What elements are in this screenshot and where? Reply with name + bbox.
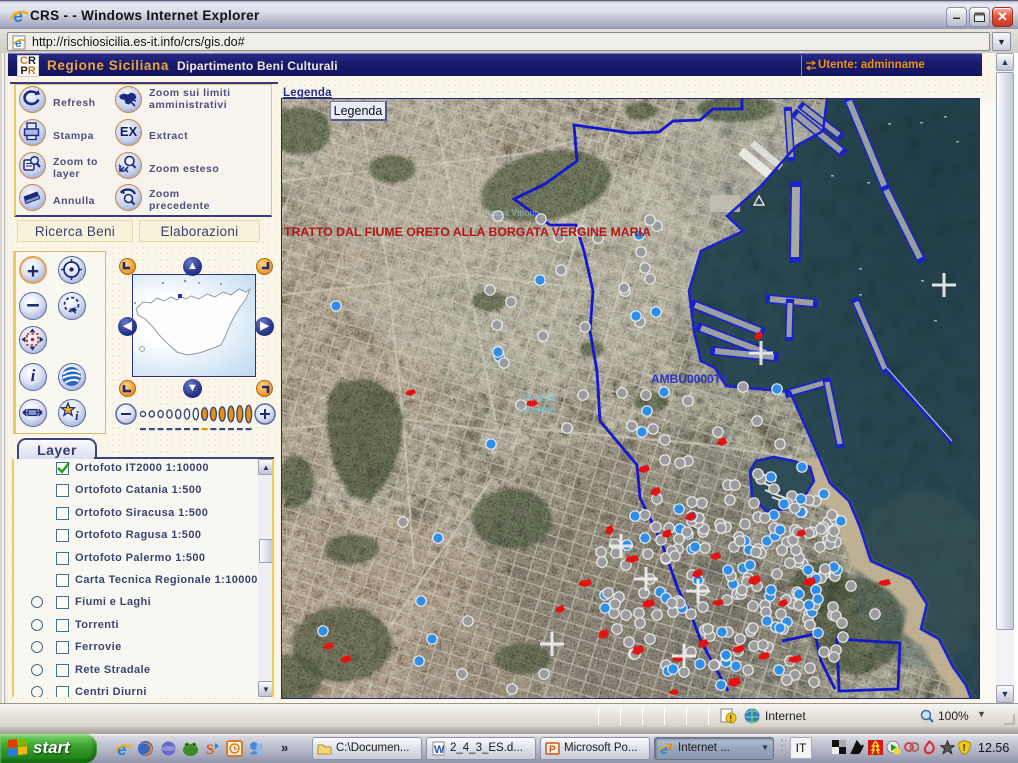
svg-text:i: i [75,408,79,423]
svg-text:Piazza Vittorio: Piazza Vittorio [482,208,539,218]
svg-text:AMBU0000TV: AMBU0000TV [651,372,729,386]
svg-text:Palazzo: Palazzo [520,393,556,404]
svg-text:W: W [434,744,445,756]
svg-text:!: ! [963,743,966,754]
svg-text:P: P [549,745,556,756]
svg-text:2: 2 [668,742,673,752]
svg-text:e: e [15,36,22,50]
svg-text:Palermo: Palermo [518,405,556,416]
svg-text:TRATTO DAL FIUME ORETO ALLA BO: TRATTO DAL FIUME ORETO ALLA BORGATA VERG… [284,225,651,239]
svg-text:!: ! [729,714,732,724]
svg-text:S: S [206,742,214,757]
